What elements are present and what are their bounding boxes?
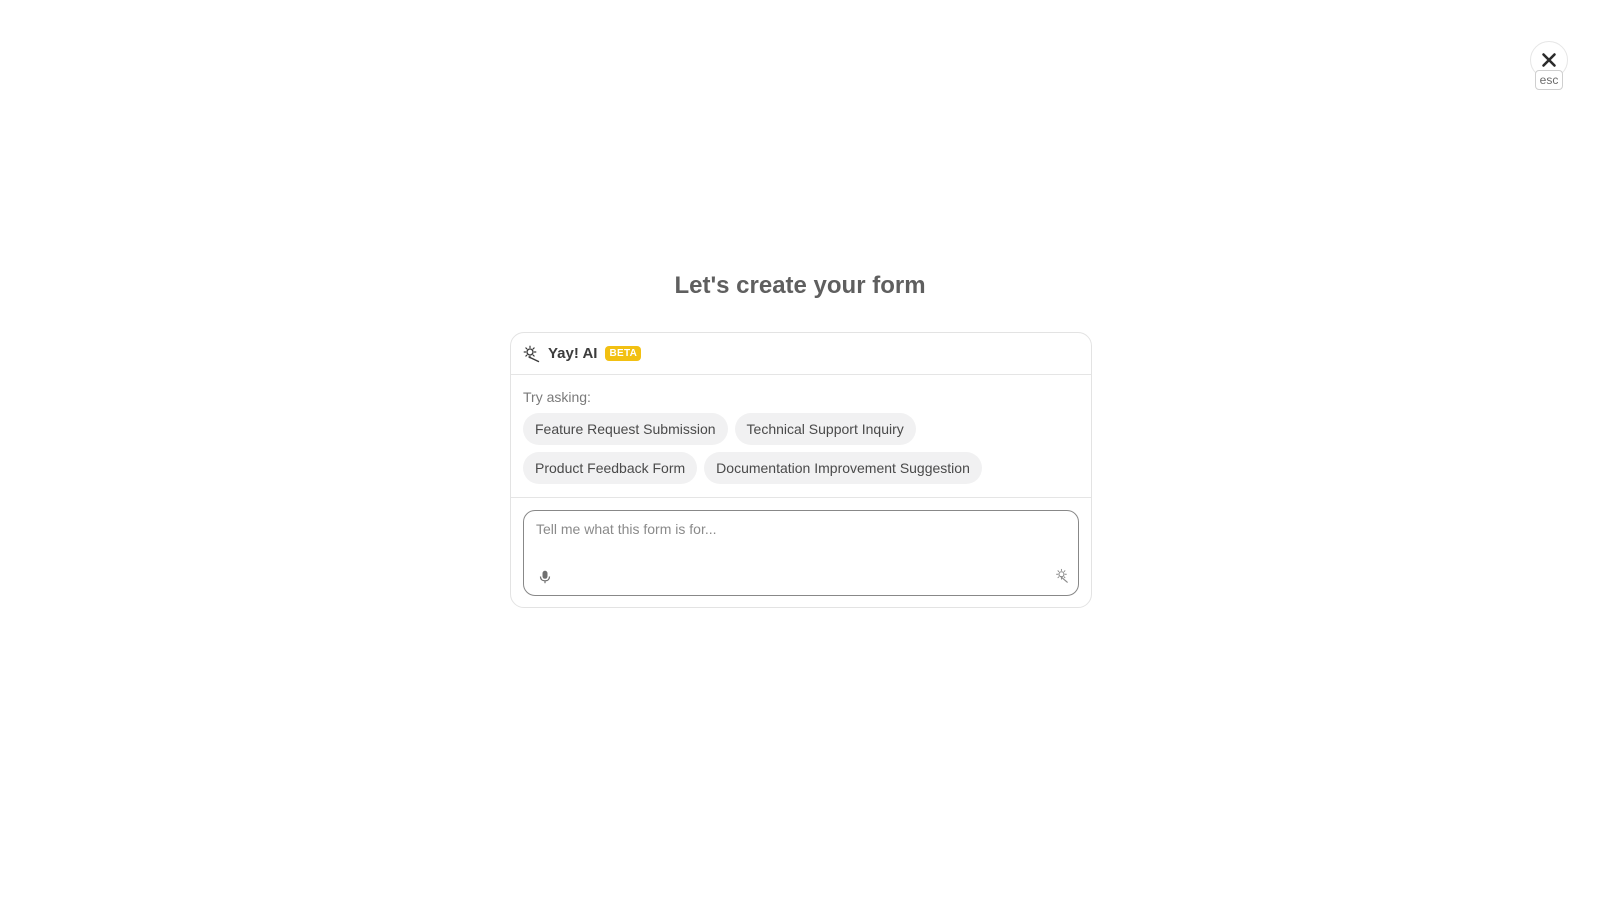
suggestions-panel: Try asking: Feature Request Submission T… [511,375,1091,498]
suggestion-row: Product Feedback Form Documentation Impr… [523,452,1079,484]
microphone-icon [539,570,551,584]
prompt-box [523,510,1079,596]
suggestions-label: Try asking: [523,389,591,405]
generate-form-button[interactable] [1052,567,1070,585]
prompt-area [511,498,1091,608]
form-description-input[interactable] [536,517,1056,541]
assistant-name: Yay! AI [548,345,598,362]
card-header: Yay! AI BETA [511,333,1091,375]
magic-wand-icon [1056,568,1068,583]
magic-wand-icon [523,345,541,363]
microphone-button[interactable] [538,569,552,585]
beta-badge: BETA [605,346,642,361]
esc-shortcut-hint: esc [1534,70,1564,90]
ai-form-builder-card: Yay! AI BETA Try asking: Feature Request… [510,332,1092,608]
suggestion-chip-documentation-improvement[interactable]: Documentation Improvement Suggestion [704,452,982,484]
form-creation-page: esc Let's create your form Yay! AI BETA … [0,0,1600,900]
close-control: esc [1529,41,1569,90]
close-icon [1542,53,1556,67]
page-title: Let's create your form [674,272,926,299]
suggestion-chip-technical-support[interactable]: Technical Support Inquiry [734,413,916,445]
suggestion-chip-feature-request[interactable]: Feature Request Submission [523,413,728,445]
suggestion-row: Feature Request Submission Technical Sup… [523,413,1079,445]
suggestion-chip-product-feedback[interactable]: Product Feedback Form [523,452,698,484]
